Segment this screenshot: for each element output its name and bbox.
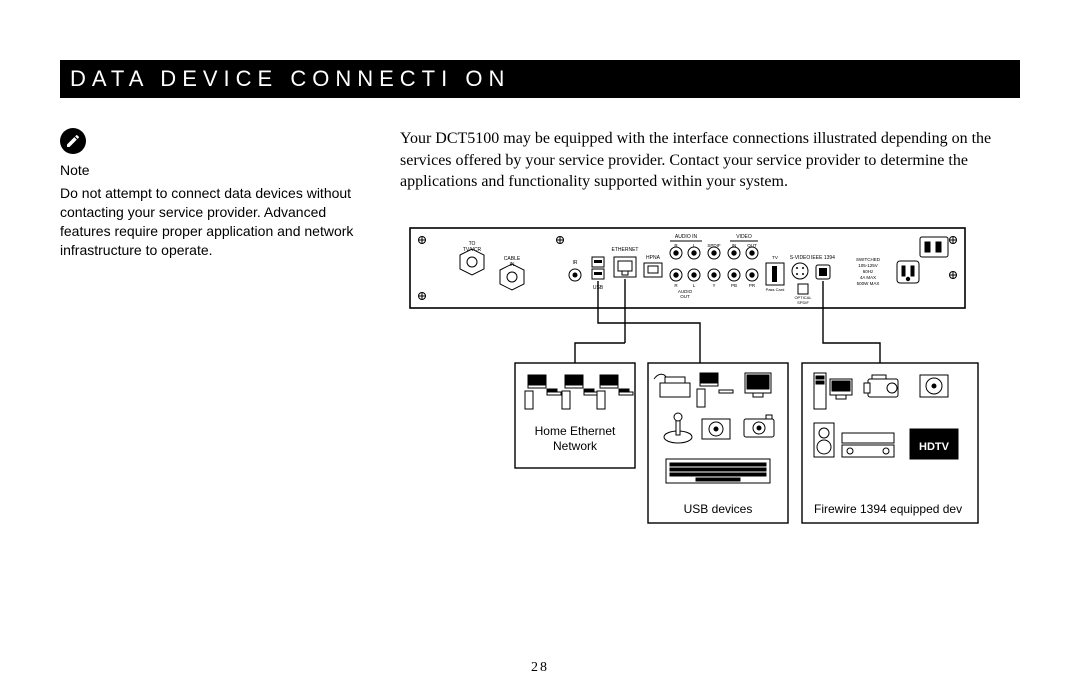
note-heading: Note [60,162,360,178]
svg-text:IR: IR [573,260,578,266]
svg-text:OUTLET: OUTLET [900,290,916,295]
svg-text:Pass Card: Pass Card [766,287,785,292]
svg-text:PB: PB [731,283,737,288]
svg-text:S-VIDEO: S-VIDEO [790,255,811,261]
svg-text:SPDIF: SPDIF [707,243,721,248]
to-tvvcr-port: TO TV/VCR [460,241,484,275]
svg-text:500W MAX: 500W MAX [857,281,880,286]
svg-text:PR: PR [749,283,756,288]
callout-usb-devices: USB devices [648,363,788,523]
svg-text:IN: IN [510,262,515,268]
svg-text:TV: TV [772,255,778,260]
hpna-port: HPNA [644,255,662,277]
svg-text:AUDIO IN: AUDIO IN [675,234,698,240]
callout-home-ethernet: Home Ethernet Network [515,363,635,468]
callout-ethernet-line2: Network [553,439,598,453]
page-number: 28 [0,660,1080,676]
svg-text:105-125V: 105-125V [858,263,878,268]
callout-ethernet-line1: Home Ethernet [535,424,616,438]
note-column: Note Do not attempt to connect data devi… [60,128,360,543]
svg-text:HPNA: HPNA [646,255,661,261]
svg-text:Y: Y [712,283,715,288]
pencil-note-icon [60,128,86,154]
convenience-outlet: CONVENIENCE OUTLET [893,261,923,295]
svg-text:SPDIF: SPDIF [797,300,809,305]
svg-text:IN: IN [732,243,737,248]
callout-firewire-label: Firewire 1394 equipped dev [814,502,962,516]
svg-text:4A MAX: 4A MAX [860,275,876,280]
callout-usb-label: USB devices [684,502,753,516]
rear-panel-diagram: TO TV/VCR CABLE IN IR [400,223,1020,543]
callout-firewire-devices: HDTV Firewire 1394 equipped dev [802,363,978,523]
ethernet-port: ETHERNET [612,247,639,277]
ac-inlet [920,237,948,257]
hdtv-badge-text: HDTV [919,441,950,453]
svg-text:OUT: OUT [680,294,690,299]
svg-text:VIDEO: VIDEO [736,234,752,240]
svg-text:SWITCHED: SWITCHED [856,257,881,262]
label-tvvcr: TV/VCR [463,247,482,253]
svg-text:60Hz: 60Hz [863,269,874,274]
svg-text:IEEE 1394: IEEE 1394 [811,255,835,261]
section-title: DATA DEVICE CONNECTI ON [60,60,1020,98]
svg-text:ETHERNET: ETHERNET [612,247,639,253]
intro-text: Your DCT5100 may be equipped with the in… [400,128,1020,193]
intro-column: Your DCT5100 may be equipped with the in… [400,128,1020,543]
svg-text:OUT: OUT [747,243,757,248]
note-body: Do not attempt to connect data devices w… [60,184,360,260]
